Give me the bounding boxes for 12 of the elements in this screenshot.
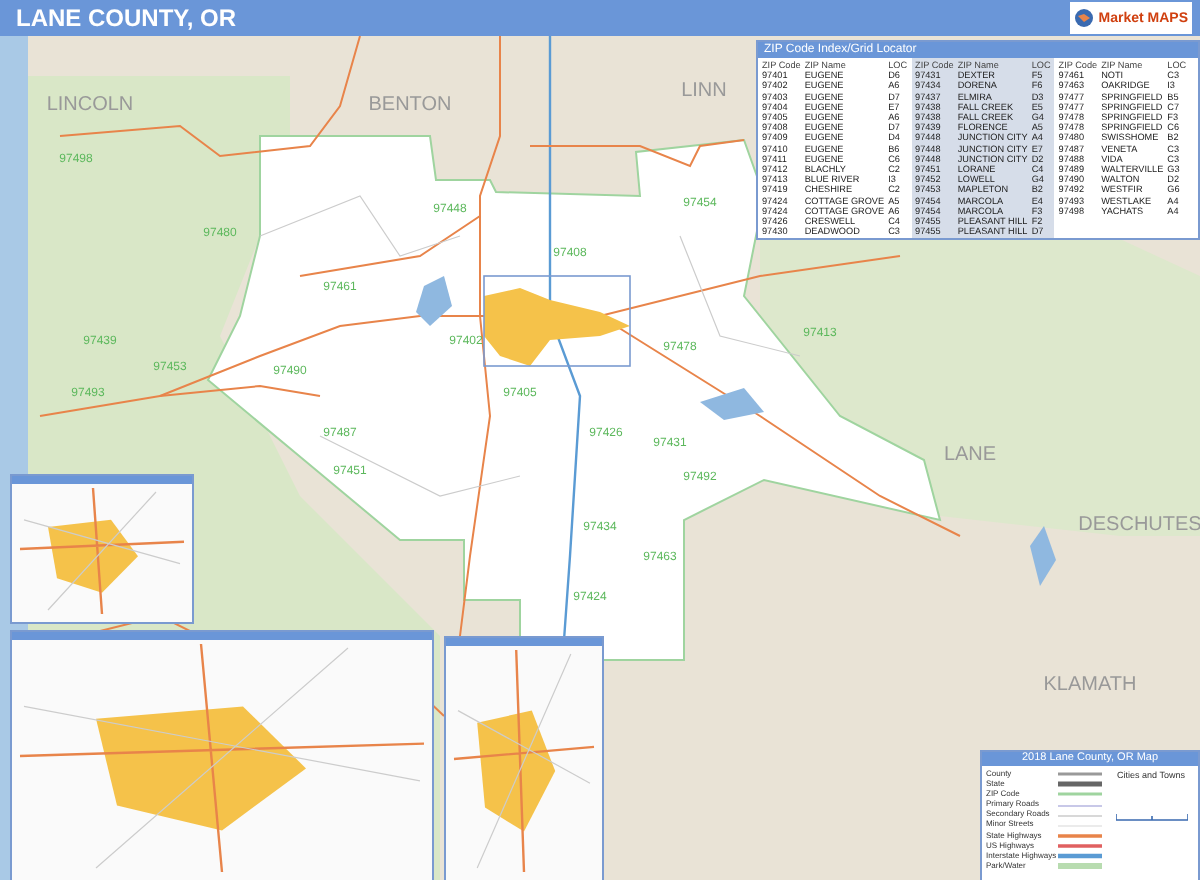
globe-icon	[1074, 8, 1095, 28]
county-label: DESCHUTES	[1078, 514, 1200, 536]
county-label: BENTON	[368, 94, 452, 116]
lake-shape	[1030, 526, 1056, 586]
county-label: LINN	[681, 80, 727, 102]
county-label: LANE	[943, 444, 997, 466]
scale-bar-drawing	[1115, 812, 1187, 822]
lake-shape	[700, 388, 764, 420]
county-label: LINCOLN	[46, 94, 134, 116]
map-title: LANE COUNTY, OR	[16, 4, 237, 32]
lake-shape	[416, 276, 452, 326]
county-label: KLAMATH	[1043, 674, 1137, 696]
